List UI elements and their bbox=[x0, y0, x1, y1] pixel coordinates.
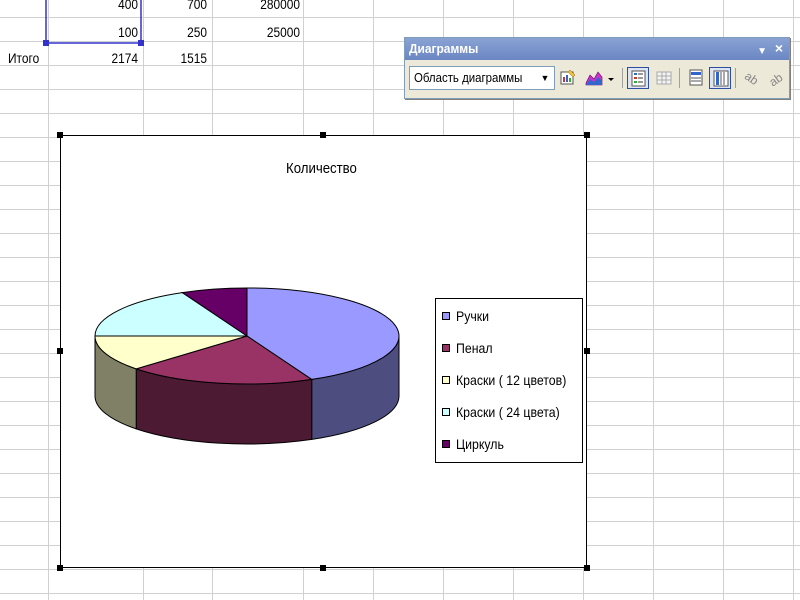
sheet-cell-r2-c2[interactable]: 100 bbox=[97, 23, 138, 41]
sheet-cell-r3-label[interactable]: Итого bbox=[8, 49, 42, 67]
by-column-button[interactable] bbox=[709, 67, 731, 89]
chart-toolbar-titlebar[interactable]: Диаграммы ▼ × bbox=[405, 38, 789, 60]
legend-label: Ручки bbox=[456, 308, 490, 324]
angle-text-downward-icon: ab bbox=[743, 69, 761, 87]
sheet-cell-r2-c4[interactable]: 25000 bbox=[232, 23, 300, 41]
sheet-cell-r1-c2[interactable]: 400 bbox=[97, 0, 138, 13]
resize-handle-bottom[interactable] bbox=[320, 565, 326, 571]
by-row-icon bbox=[689, 69, 703, 86]
chart-type-button[interactable] bbox=[583, 67, 605, 89]
legend-label: Циркуль bbox=[456, 436, 504, 452]
svg-text:ab: ab bbox=[743, 69, 761, 87]
chart-toolbar: Диаграммы ▼ × Область диаграммы ▼ ab ab bbox=[404, 37, 790, 99]
legend-swatch bbox=[442, 408, 450, 416]
chart-toolbar-title: Диаграммы bbox=[409, 41, 479, 56]
data-table-button[interactable] bbox=[653, 67, 675, 89]
resize-handle-top-left[interactable] bbox=[57, 132, 63, 138]
legend-label: Пенал bbox=[456, 340, 493, 356]
chart-type-dropdown-button[interactable] bbox=[605, 67, 617, 89]
close-icon[interactable]: × bbox=[775, 39, 783, 57]
resize-handle-left[interactable] bbox=[57, 348, 63, 354]
angle-text-upward-button[interactable]: ab bbox=[765, 67, 787, 89]
legend-label: Краски ( 12 цветов) bbox=[456, 372, 567, 388]
chart-objects-value: Область диаграммы bbox=[414, 70, 523, 85]
toolbar-options-icon[interactable]: ▼ bbox=[757, 41, 767, 63]
toolbar-separator bbox=[679, 68, 680, 88]
legend-swatch bbox=[442, 312, 450, 320]
legend-icon bbox=[631, 70, 646, 87]
toolbar-separator bbox=[622, 68, 623, 88]
sheet-cell-r1-c3[interactable]: 700 bbox=[163, 0, 207, 13]
resize-handle-right[interactable] bbox=[584, 348, 590, 354]
angle-text-upward-icon: ab bbox=[767, 70, 785, 87]
format-chart-area-button[interactable] bbox=[557, 67, 579, 89]
resize-handle-top-right[interactable] bbox=[584, 132, 590, 138]
by-column-icon bbox=[713, 70, 729, 87]
chart-type-icon bbox=[585, 71, 603, 86]
sheet-cell-r2-c3[interactable]: 250 bbox=[163, 23, 207, 41]
by-row-button[interactable] bbox=[685, 67, 707, 89]
legend-button[interactable] bbox=[627, 67, 649, 89]
legend-label: Краски ( 24 цвета) bbox=[456, 404, 560, 420]
angle-text-downward-button[interactable]: ab bbox=[741, 67, 763, 89]
chevron-down-icon[interactable]: ▼ bbox=[538, 69, 552, 87]
format-chart-area-icon bbox=[560, 69, 576, 85]
chart-area[interactable]: Количество Ручки Пенал Краски ( 12 цветов)… bbox=[60, 135, 587, 568]
sheet-cell-r1-c4[interactable]: 280000 bbox=[232, 0, 300, 13]
sheet-cell-r3-c3[interactable]: 1515 bbox=[163, 49, 207, 67]
legend-swatch bbox=[442, 344, 450, 352]
resize-handle-top[interactable] bbox=[320, 132, 326, 138]
resize-handle-bottom-right[interactable] bbox=[584, 565, 590, 571]
chevron-down-icon bbox=[608, 78, 614, 81]
chart-legend[interactable]: Ручки Пенал Краски ( 12 цветов) Краски ( 24… bbox=[435, 298, 583, 463]
chart-objects-dropdown[interactable]: Область диаграммы ▼ bbox=[409, 66, 555, 90]
legend-swatch bbox=[442, 376, 450, 384]
data-table-icon bbox=[656, 71, 672, 85]
sheet-cell-r3-c2[interactable]: 2174 bbox=[97, 49, 138, 67]
resize-handle-bottom-left[interactable] bbox=[57, 565, 63, 571]
svg-text:ab: ab bbox=[767, 70, 785, 87]
legend-swatch bbox=[442, 440, 450, 448]
toolbar-separator bbox=[735, 68, 736, 88]
